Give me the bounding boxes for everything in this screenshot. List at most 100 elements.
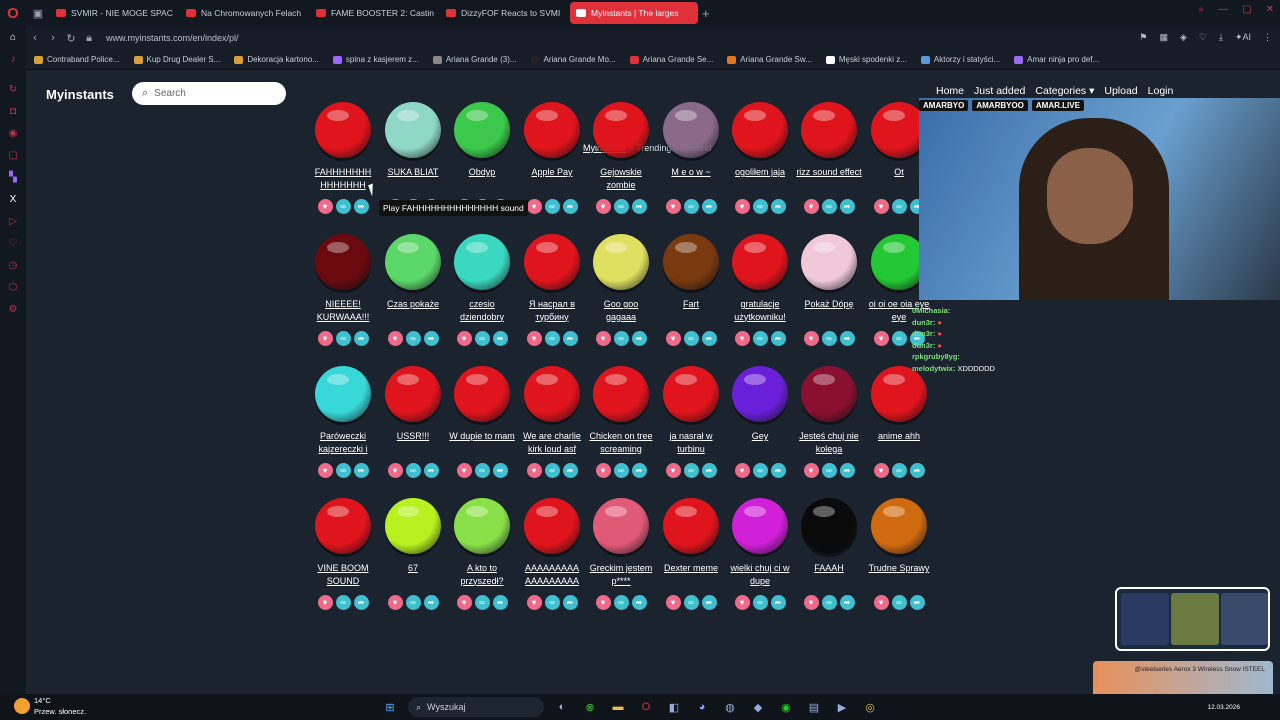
share-icon[interactable]: ➦ [770,463,786,478]
favorite-heart-icon[interactable]: ♥ [873,331,889,346]
discord-icon[interactable]: ◕ [692,697,712,717]
sound-title-link[interactable]: anime ahh [866,430,932,456]
play-sound-button[interactable] [315,234,371,290]
play-sound-button[interactable] [593,498,649,554]
new-tab-icon[interactable]: + [702,6,710,21]
favorite-heart-icon[interactable]: ♥ [734,199,750,214]
copy-link-icon[interactable]: ∞ [474,595,490,610]
share-icon[interactable]: ➦ [353,331,369,346]
share-icon[interactable]: ➦ [492,463,508,478]
sound-title-link[interactable]: Jesteś chuj nie kolega [796,430,862,456]
favorite-heart-icon[interactable]: ♥ [317,199,333,214]
play-sound-button[interactable] [801,366,857,422]
share-icon[interactable]: ➦ [839,199,855,214]
copy-link-icon[interactable]: ∞ [335,199,351,214]
sound-title-link[interactable]: wielki chuj ci w dupe [727,562,793,588]
browser-tab[interactable]: Na Chromowanych Felach [180,2,308,24]
play-sound-button[interactable] [524,366,580,422]
bookmark-icon[interactable]: ⚑ [1139,32,1147,43]
sound-title-link[interactable]: AAAAAAAAA AAAAAAAAA [519,562,585,588]
share-icon[interactable]: ➦ [423,463,439,478]
forward-icon[interactable]: › [44,32,62,44]
play-sound-button[interactable] [385,234,441,290]
sound-title-link[interactable]: czesio dziendobry [449,298,515,324]
back-icon[interactable]: ‹ [26,32,44,44]
play-sound-button[interactable] [732,102,788,158]
copy-link-icon[interactable]: ∞ [335,331,351,346]
favorite-heart-icon[interactable]: ♥ [456,331,472,346]
play-sound-button[interactable] [385,366,441,422]
copy-link-icon[interactable]: ∞ [752,595,768,610]
site-logo[interactable]: Myinstants [46,87,114,102]
sound-title-link[interactable]: A kto to przyszedł? [449,562,515,588]
play-sound-button[interactable] [871,498,927,554]
sound-title-link[interactable]: Gejowskie zombie [588,166,654,192]
copy-link-icon[interactable]: ∞ [752,199,768,214]
nav-link[interactable]: Categories ▾ [1035,85,1094,97]
favorite-heart-icon[interactable]: ♥ [665,199,681,214]
steam-icon[interactable]: ◍ [720,697,740,717]
download-icon[interactable]: ⤓ [1219,32,1223,43]
ai-icon[interactable]: ✦AI [1235,32,1251,43]
share-icon[interactable]: ➦ [839,463,855,478]
twitch-icon[interactable]: ▚ [0,166,26,188]
copy-link-icon[interactable]: ∞ [683,199,699,214]
share-icon[interactable]: ➦ [631,331,647,346]
favorite-heart-icon[interactable]: ♥ [526,463,542,478]
folder-icon[interactable]: ▬ [608,697,628,717]
copy-link-icon[interactable]: ∞ [821,331,837,346]
clock-icon[interactable]: ◷ [0,254,26,276]
favorite-heart-icon[interactable]: ♥ [317,331,333,346]
play-sound-button[interactable] [663,234,719,290]
gamepad-icon[interactable]: ◧ [664,697,684,717]
share-icon[interactable]: ➦ [839,595,855,610]
sound-title-link[interactable]: Czas pokaże [380,298,446,324]
play-sound-button[interactable] [593,366,649,422]
favorite-heart-icon[interactable]: ♥ [387,331,403,346]
share-icon[interactable]: ➦ [631,463,647,478]
favorite-heart-icon[interactable]: ♥ [526,595,542,610]
favorite-heart-icon[interactable]: ♥ [873,463,889,478]
notepad-icon[interactable]: ▤ [804,697,824,717]
bookmark-item[interactable]: Ariana Grande Se... [629,55,713,64]
copy-link-icon[interactable]: ∞ [821,463,837,478]
share-icon[interactable]: ➦ [701,463,717,478]
share-icon[interactable]: ➦ [492,331,508,346]
share-icon[interactable]: ➦ [423,595,439,610]
sound-title-link[interactable]: Gey [727,430,793,456]
sound-title-link[interactable]: Pokaż Dópę [796,298,862,324]
sound-title-link[interactable]: We are charlie kirk loud asf [519,430,585,456]
favorite-heart-icon[interactable]: ♥ [595,463,611,478]
browser-tab[interactable]: Myinstants | The larges [570,2,698,24]
search-input[interactable]: ⌕ Search [132,82,286,105]
sound-title-link[interactable]: Trudne Sprawy [866,562,932,588]
play-sound-button[interactable] [454,498,510,554]
favorite-heart-icon[interactable]: ♥ [456,463,472,478]
sound-title-link[interactable]: W dupie to mam [449,430,515,456]
favorite-heart-icon[interactable]: ♥ [317,595,333,610]
favorite-heart-icon[interactable]: ♥ [803,331,819,346]
play-sound-button[interactable] [385,102,441,158]
copy-link-icon[interactable]: ∞ [891,463,907,478]
play-sound-button[interactable] [732,366,788,422]
play-sound-button[interactable] [663,498,719,554]
favorite-heart-icon[interactable]: ♥ [526,331,542,346]
share-icon[interactable]: ➦ [562,463,578,478]
share-icon[interactable]: ➦ [492,595,508,610]
play-sound-button[interactable] [315,498,371,554]
play-sound-button[interactable] [454,102,510,158]
sound-title-link[interactable]: Я насрал в турбину [519,298,585,324]
copy-link-icon[interactable]: ∞ [752,463,768,478]
sound-title-link[interactable]: VINE BOOM SOUND [310,562,376,588]
share-icon[interactable]: ➦ [562,595,578,610]
bookmark-item[interactable]: Contraband Police... [34,55,120,64]
play-sound-button[interactable] [315,366,371,422]
copy-link-icon[interactable]: ∞ [891,199,907,214]
bookmark-item[interactable]: Aktorzy i statyści... [920,55,1000,64]
sound-title-link[interactable]: Chicken on tree screaming [588,430,654,456]
copy-link-icon[interactable]: ∞ [474,331,490,346]
app-icon-2[interactable]: ◆ [748,697,768,717]
favorite-heart-icon[interactable]: ♥ [665,595,681,610]
close-icon[interactable]: ✕ [1266,4,1274,15]
windows-start-icon[interactable]: ⊞ [380,697,400,717]
